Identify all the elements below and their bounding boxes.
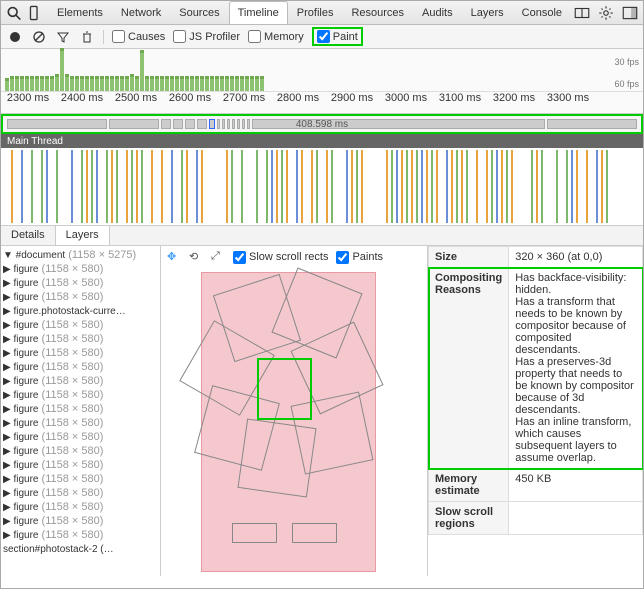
timeline-toolbar: Causes JS Profiler Memory Paint bbox=[1, 25, 643, 49]
jsprofiler-checkbox[interactable]: JS Profiler bbox=[173, 30, 240, 43]
prop-mem-k: Memory estimate bbox=[429, 469, 509, 502]
search-icon[interactable] bbox=[5, 4, 23, 22]
document-layer bbox=[201, 272, 376, 572]
frames-strip[interactable]: 408.598 ms bbox=[1, 114, 643, 134]
filter-icon[interactable] bbox=[55, 29, 71, 45]
tree-row[interactable]: ▶ figure (1158 × 580) bbox=[3, 402, 158, 416]
tree-row[interactable]: ▶ figure (1158 × 580) bbox=[3, 346, 158, 360]
layer-viewer[interactable]: ✥ ⟲ ⤢ Slow scroll rects Paints bbox=[161, 246, 428, 576]
subtab-layers[interactable]: Layers bbox=[56, 226, 110, 245]
device-icon[interactable] bbox=[25, 4, 43, 22]
layer-tree[interactable]: ▼ #document (1158 × 5275) ▶ figure (1158… bbox=[1, 246, 161, 576]
tab-console[interactable]: Console bbox=[513, 1, 571, 24]
memory-checkbox[interactable]: Memory bbox=[248, 30, 304, 43]
tree-row[interactable]: ▶ figure (1158 × 580) bbox=[3, 458, 158, 472]
tree-row[interactable]: ▶ figure (1158 × 580) bbox=[3, 528, 158, 542]
gc-icon[interactable] bbox=[79, 29, 95, 45]
record-icon[interactable] bbox=[7, 29, 23, 45]
fps-30-label: 30 fps bbox=[614, 57, 639, 67]
clear-icon[interactable] bbox=[31, 29, 47, 45]
tree-row[interactable]: ▶ figure (1158 × 580) bbox=[3, 374, 158, 388]
tab-audits[interactable]: Audits bbox=[413, 1, 462, 24]
devtools-topbar: ElementsNetworkSourcesTimelineProfilesRe… bbox=[1, 1, 643, 25]
tab-resources[interactable]: Resources bbox=[342, 1, 413, 24]
prop-slow-k: Slow scroll regions bbox=[429, 502, 509, 535]
tab-network[interactable]: Network bbox=[112, 1, 170, 24]
tree-row[interactable]: ▶ figure.photostack-curre… bbox=[3, 304, 158, 318]
causes-checkbox[interactable]: Causes bbox=[112, 30, 165, 43]
subtab-details[interactable]: Details bbox=[1, 226, 56, 245]
tree-row[interactable]: ▶ figure (1158 × 580) bbox=[3, 514, 158, 528]
pan-icon[interactable]: ✥ bbox=[167, 250, 181, 264]
tab-profiles[interactable]: Profiles bbox=[288, 1, 343, 24]
tree-row[interactable]: ▶ figure (1158 × 580) bbox=[3, 486, 158, 500]
paints-checkbox[interactable]: Paints bbox=[336, 251, 383, 264]
tree-row[interactable]: ▶ figure (1158 × 580) bbox=[3, 430, 158, 444]
main-tabs: ElementsNetworkSourcesTimelineProfilesRe… bbox=[48, 1, 571, 24]
tree-row[interactable]: ▶ figure (1158 × 580) bbox=[3, 318, 158, 332]
prop-size-k: Size bbox=[429, 247, 509, 268]
bottom-tabs: DetailsLayers bbox=[1, 226, 643, 246]
tree-row[interactable]: ▶ figure (1158 × 580) bbox=[3, 444, 158, 458]
tree-row[interactable]: ▶ figure (1158 × 580) bbox=[3, 360, 158, 374]
layer-properties: Size320 × 360 (at 0,0) Compositing Reaso… bbox=[428, 246, 643, 576]
main-thread-header: Main Thread bbox=[1, 134, 643, 148]
tree-row[interactable]: ▶ figure (1158 × 580) bbox=[3, 500, 158, 514]
tree-row[interactable]: ▶ figure (1158 × 580) bbox=[3, 388, 158, 402]
reset-icon[interactable]: ⤢ bbox=[211, 250, 225, 264]
time-ruler: 2300 ms2400 ms2500 ms2600 ms2700 ms2800 … bbox=[1, 91, 643, 107]
prop-comp-k: Compositing Reasons bbox=[429, 268, 509, 469]
overview-chart[interactable]: 30 fps 60 fps 2300 ms2400 ms2500 ms2600 … bbox=[1, 49, 643, 114]
tree-row[interactable]: ▶ figure (1158 × 580) bbox=[3, 290, 158, 304]
tree-row[interactable]: ▶ figure (1158 × 580) bbox=[3, 262, 158, 276]
flame-chart[interactable] bbox=[1, 148, 643, 226]
tree-row[interactable]: section#photostack-2 (… bbox=[3, 542, 158, 556]
tree-row[interactable]: ▶ figure (1158 × 580) bbox=[3, 472, 158, 486]
slow-scroll-checkbox[interactable]: Slow scroll rects bbox=[233, 251, 328, 264]
tree-row[interactable]: ▶ figure (1158 × 580) bbox=[3, 332, 158, 346]
tree-row[interactable]: ▶ figure (1158 × 580) bbox=[3, 416, 158, 430]
drawer-icon[interactable] bbox=[573, 4, 591, 22]
tree-row[interactable]: ▶ figure (1158 × 580) bbox=[3, 276, 158, 290]
selection-time: 408.598 ms bbox=[296, 119, 348, 130]
tab-layers[interactable]: Layers bbox=[462, 1, 513, 24]
tab-sources[interactable]: Sources bbox=[170, 1, 228, 24]
prop-mem-v: 450 KB bbox=[509, 469, 643, 502]
gear-icon[interactable] bbox=[597, 4, 615, 22]
rotate-icon[interactable]: ⟲ bbox=[189, 250, 203, 264]
tab-elements[interactable]: Elements bbox=[48, 1, 112, 24]
prop-slow-v bbox=[509, 502, 643, 535]
paint-checkbox[interactable]: Paint bbox=[312, 27, 363, 46]
dock-icon[interactable] bbox=[621, 4, 639, 22]
tab-timeline[interactable]: Timeline bbox=[229, 1, 288, 24]
prop-size-v: 320 × 360 (at 0,0) bbox=[509, 247, 643, 268]
fps-60-label: 60 fps bbox=[614, 79, 639, 89]
prop-comp-v: Has backface-visibility: hidden. Has a t… bbox=[509, 268, 643, 469]
tree-row[interactable]: ▼ #document (1158 × 5275) bbox=[3, 248, 158, 262]
